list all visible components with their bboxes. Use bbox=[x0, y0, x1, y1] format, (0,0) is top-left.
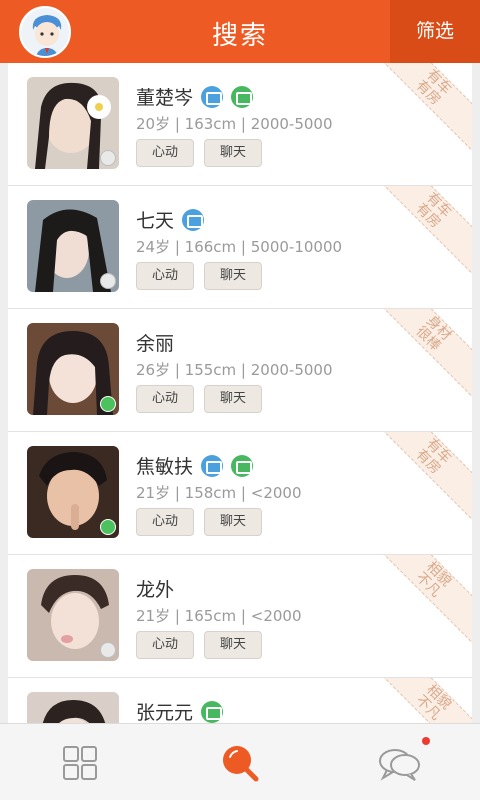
profile-info: 24岁 | 166cm | 5000-10000 bbox=[136, 238, 343, 256]
phone-verified-icon bbox=[231, 454, 254, 477]
tag-text: 相貌 不凡 bbox=[412, 681, 455, 723]
profile-photo[interactable] bbox=[27, 446, 119, 538]
profile-photo[interactable] bbox=[27, 77, 119, 169]
phone-verified-icon bbox=[231, 85, 254, 108]
profile-info: 21岁 | 165cm | <2000 bbox=[136, 607, 302, 625]
id-verified-icon bbox=[182, 208, 205, 231]
profile-name-line: 张元元 bbox=[136, 698, 224, 723]
clock-icon bbox=[100, 273, 116, 289]
list-item[interactable]: 张元元 相貌 不凡 bbox=[8, 678, 472, 723]
profile-name-line: 余丽 bbox=[136, 329, 174, 356]
chat-button[interactable]: 聊天 bbox=[204, 262, 262, 290]
profile-info: 20岁 | 163cm | 2000-5000 bbox=[136, 115, 333, 133]
tag-ribbon: 有车 有房 bbox=[367, 63, 472, 154]
profile-name: 余丽 bbox=[136, 333, 175, 355]
list-item[interactable]: 焦敏扶 21岁 | 158cm | <2000 心动 聊天 有车 有房 bbox=[8, 432, 472, 555]
profile-info: 26岁 | 155cm | 2000-5000 bbox=[136, 361, 333, 379]
like-button[interactable]: 心动 bbox=[136, 385, 194, 413]
result-list[interactable]: 董楚岑 20岁 | 163cm | 2000-5000 心动 聊天 有车 有房 … bbox=[8, 63, 472, 723]
tag-ribbon: 有车 有房 bbox=[367, 432, 472, 523]
top-bar: 搜索 筛选 bbox=[0, 0, 480, 63]
check-icon bbox=[100, 396, 116, 412]
list-item[interactable]: 余丽 26岁 | 155cm | 2000-5000 心动 聊天 身材 很棒 bbox=[8, 309, 472, 432]
profile-name: 龙外 bbox=[136, 579, 175, 601]
profile-photo[interactable] bbox=[27, 200, 119, 292]
list-item[interactable]: 龙外 21岁 | 165cm | <2000 心动 聊天 相貌 不凡 bbox=[8, 555, 472, 678]
tag-text: 相貌 不凡 bbox=[412, 558, 455, 601]
id-verified-icon bbox=[201, 85, 224, 108]
phone-verified-icon bbox=[201, 700, 224, 723]
tag-text: 身材 很棒 bbox=[412, 312, 455, 355]
profile-photo[interactable] bbox=[27, 323, 119, 415]
unread-dot-icon bbox=[422, 737, 430, 745]
tag-ribbon: 相貌 不凡 bbox=[367, 555, 472, 646]
tab-messages[interactable] bbox=[320, 724, 480, 800]
tab-home[interactable] bbox=[0, 724, 160, 800]
chat-button[interactable]: 聊天 bbox=[204, 631, 262, 659]
list-item[interactable]: 董楚岑 20岁 | 163cm | 2000-5000 心动 聊天 有车 有房 bbox=[8, 63, 472, 186]
profile-name-line: 董楚岑 bbox=[136, 83, 254, 110]
profile-name-line: 七天 bbox=[136, 206, 205, 233]
like-button[interactable]: 心动 bbox=[136, 631, 194, 659]
profile-name: 七天 bbox=[136, 210, 175, 232]
profile-name-line: 焦敏扶 bbox=[136, 452, 254, 479]
tag-ribbon: 有车 有房 bbox=[367, 186, 472, 277]
profile-photo[interactable] bbox=[27, 569, 119, 661]
chat-button[interactable]: 聊天 bbox=[204, 508, 262, 536]
clock-icon bbox=[100, 150, 116, 166]
like-button[interactable]: 心动 bbox=[136, 139, 194, 167]
tag-text: 有车 有房 bbox=[412, 66, 455, 109]
tag-ribbon: 身材 很棒 bbox=[367, 309, 472, 400]
search-icon bbox=[223, 745, 259, 781]
tag-text: 有车 有房 bbox=[412, 435, 455, 478]
tag-ribbon: 相貌 不凡 bbox=[367, 678, 472, 723]
like-button[interactable]: 心动 bbox=[136, 262, 194, 290]
profile-info: 21岁 | 158cm | <2000 bbox=[136, 484, 302, 502]
bottom-tab-bar bbox=[0, 723, 480, 800]
clock-icon bbox=[100, 642, 116, 658]
profile-photo[interactable] bbox=[27, 692, 119, 723]
like-button[interactable]: 心动 bbox=[136, 508, 194, 536]
chat-button[interactable]: 聊天 bbox=[204, 385, 262, 413]
profile-name-line: 龙外 bbox=[136, 575, 174, 602]
id-verified-icon bbox=[201, 454, 224, 477]
profile-name: 张元元 bbox=[136, 702, 194, 723]
tag-text: 有车 有房 bbox=[412, 189, 455, 232]
check-icon bbox=[100, 519, 116, 535]
list-item[interactable]: 七天 24岁 | 166cm | 5000-10000 心动 聊天 有车 有房 bbox=[8, 186, 472, 309]
chat-button[interactable]: 聊天 bbox=[204, 139, 262, 167]
filter-button[interactable]: 筛选 bbox=[390, 0, 480, 63]
grid-icon bbox=[63, 745, 97, 780]
profile-name: 焦敏扶 bbox=[136, 456, 194, 478]
chat-bubbles-icon bbox=[379, 748, 420, 781]
profile-name: 董楚岑 bbox=[136, 87, 194, 109]
tab-search[interactable] bbox=[160, 724, 320, 800]
